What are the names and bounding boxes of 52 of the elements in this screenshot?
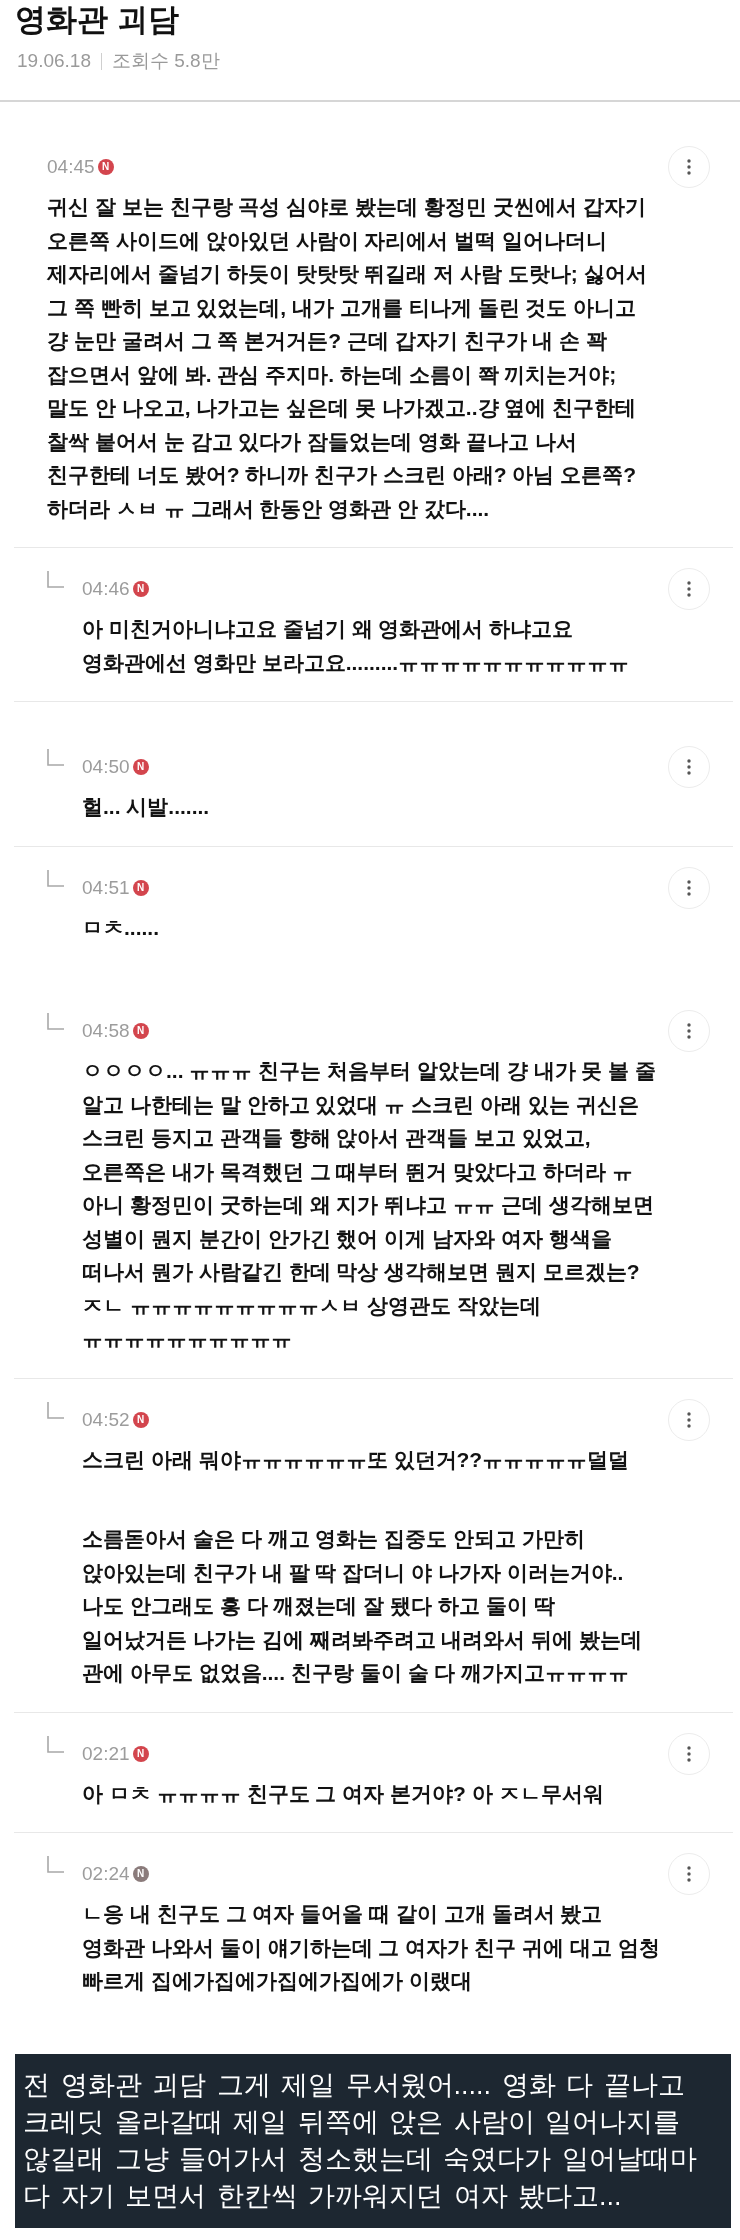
reply-corner-icon xyxy=(47,749,64,766)
comment-text: 아 ㅁㅊ ㅠㅠㅠㅠ 친구도 그 여자 본거야? 아 ㅈㄴ무서워 xyxy=(81,1780,605,1807)
new-badge: N xyxy=(132,1745,149,1762)
comment-text: 헐... 시발....... xyxy=(81,794,211,820)
more-icon xyxy=(687,581,691,597)
more-button[interactable] xyxy=(668,1853,710,1895)
comment-time: 04:51 xyxy=(82,875,130,900)
comment-text: ㅇㅇㅇㅇ... ㅠㅠㅠ 친구는 처음부터 알았는데 걍 내가 못 볼 줄 알고 나한테는 말 안하고 있었대 ㅠ 스크린 아래 있는 귀신은 스크린 등지고 관객들 향해 앉아서 관객들 보고 있었고, 오른쪽은 내가 목격했던 그 때부터 뛴거 맞았다고 하더라 ㅠ 아니 황정민이 굿하는데 왜 지가 뛰냐고 ㅠㅠ 근데 생각해보면 성별이 뭔지 분간이 안가긴 했어 이게 남자와 여자 행색을 떠나서 뭔가 사람같긴 한데 막상 생각해보면 뭔지 모르겠는? ㅈㄴ ㅠㅠㅠㅠㅠㅠㅠㅠㅠㅅㅂ 상영관도 작았는데 ㅠㅠㅠㅠㅠㅠㅠㅠㅠㅠ xyxy=(81,1058,657,1352)
comment-text: ㅁㅊ...... xyxy=(81,914,160,941)
caption-text: 전 영화관 괴담 그게 제일 무서웠어..... 영화 다 끝나고 크레딧 올라갈때 제일 뒤쪽에 앉은 사람이 일어나지를 않길래 그냥 들어가서 청소했는데 숙였다가 일어날때마 다 자기 보면서 한칸씩 가까워지던 여자 봤다고... xyxy=(23,2068,698,2213)
more-icon xyxy=(687,1745,691,1762)
comment-time: 02:21 xyxy=(82,1741,130,1766)
reply-corner-icon xyxy=(47,1856,64,1873)
more-icon xyxy=(687,1866,691,1882)
comment-time: 04:46 xyxy=(82,577,130,601)
more-button[interactable] xyxy=(668,866,710,909)
reply-corner-icon xyxy=(47,1735,64,1753)
comment-time: 04:45 xyxy=(47,155,95,179)
comment-time: 04:50 xyxy=(82,755,130,779)
comment-text: 아 미친거아니냐고요 줄넘기 왜 영화관에서 하냐고요 영화관에선 영화만 보라고요.........ㅠㅠㅠㅠㅠㅠㅠㅠㅠㅠㅠ xyxy=(81,616,631,676)
more-button[interactable] xyxy=(668,146,710,188)
comment-text: 소름돋아서 술은 다 깨고 영화는 집중도 안되고 가만히 앉아있는데 친구가 내 팔 딱 잡더니 야 나가자 이러는거야.. 나도 안그래도 흥 다 깨졌는데 잘 됐다 하고 둘이 딱 일어났거든 나가는 김에 째려봐주려고 내려와서 뒤에 봤는데 관에 아무도 없었음.... 친구랑 둘이 술 다 깨가지고ㅠㅠㅠㅠ xyxy=(81,1526,643,1686)
more-icon xyxy=(687,759,691,775)
comment-time: 02:24 xyxy=(82,1862,130,1886)
post-title: 영화관 괴담 xyxy=(15,1,180,39)
reply-corner-icon xyxy=(47,1401,64,1419)
more-button[interactable] xyxy=(668,1398,710,1441)
more-icon xyxy=(687,1023,691,1039)
post-date: 19.06.18 xyxy=(17,50,91,72)
comment-text: 귀신 잘 보는 친구랑 곡성 심야로 봤는데 황정민 굿씬에서 갑자기 오른쪽 사이드에 앉아있던 사람이 자리에서 벌떡 일어나더니 제자리에서 줄넘기 하듯이 탓탓탓 뛰길래 저 사람 도랏나; 싫어서 그 쪽 빤히 보고 있었는데, 내가 고개를 티나게 돌린 것도 아니고 걍 눈만 굴려서 그 쪽 본거거든? 근데 갑자기 친구가 내 손 꽉 잡으면서 앞에 봐. 관심 주지마. 하는데 소름이 쫙 끼치는거야; 말도 안 나오고, 나가고는 싶은데 못 나가겠고..걍 옆에 친구한테 찰싹 붙어서 눈 감고 있다가 잠들었는데 영화 끝나고 나서 친구한테 너도 봤어? 하니까 친구가 스크린 아래? 아님 오른쪽? 하더라 ㅅㅂ ㅠ 그래서 한동안 영화관 안 갔다.... xyxy=(47,194,648,522)
comment-text: 스크린 아래 뭐야ㅠㅠㅠㅠㅠㅠ또 있던거??ㅠㅠㅠㅠㅠ덜덜 xyxy=(81,1446,631,1473)
comment-time: 04:52 xyxy=(82,1407,130,1432)
more-button[interactable] xyxy=(668,1010,710,1052)
view-count: 조회수 5.8만 xyxy=(111,49,220,73)
reply-corner-icon xyxy=(47,1013,64,1030)
reply-corner-icon xyxy=(47,571,64,588)
more-icon xyxy=(687,879,691,896)
new-badge: N xyxy=(97,159,114,175)
more-button[interactable] xyxy=(668,1732,710,1775)
more-icon xyxy=(687,1411,691,1428)
new-badge: N xyxy=(132,1866,149,1882)
more-button[interactable] xyxy=(668,568,710,610)
reply-corner-icon xyxy=(47,869,64,887)
new-badge: N xyxy=(132,1411,149,1428)
comment-time: 04:58 xyxy=(82,1019,130,1043)
comment-text: ㄴ응 내 친구도 그 여자 들어올 때 같이 고개 돌려서 봤고 영화관 나와서 둘이 얘기하는데 그 여자가 친구 귀에 대고 엄청 빠르게 집에가집에가집에가집에가 이랬대 xyxy=(81,1901,661,1994)
more-button[interactable] xyxy=(668,746,710,788)
new-badge: N xyxy=(132,759,149,775)
new-badge: N xyxy=(132,879,149,896)
more-icon xyxy=(687,159,691,175)
new-badge: N xyxy=(132,581,149,597)
new-badge: N xyxy=(132,1023,149,1039)
